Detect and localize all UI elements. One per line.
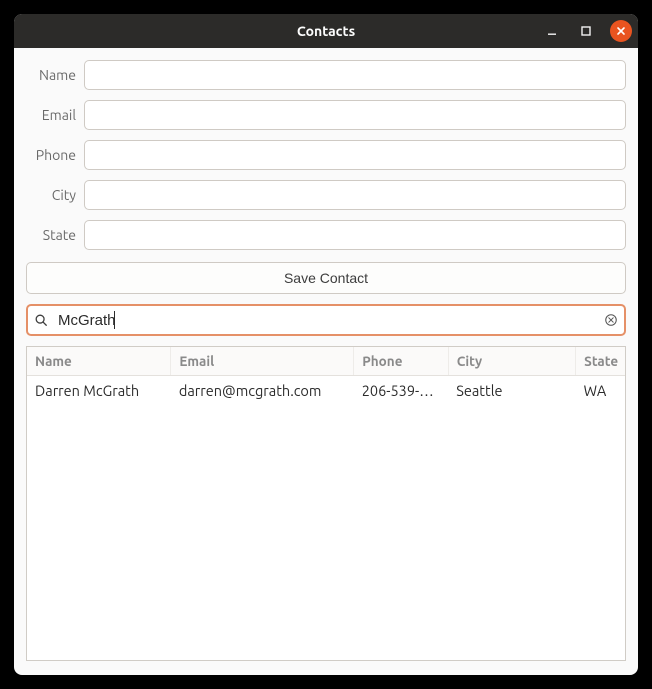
col-header-name[interactable]: Name [27,347,171,376]
close-icon [616,26,626,36]
text-caret [114,311,115,329]
row-state: State [26,220,626,250]
maximize-button[interactable] [576,21,596,41]
label-email: Email [26,107,84,123]
row-name: Name [26,60,626,90]
cell-phone: 206-539-9283 [354,376,449,406]
label-state: State [26,227,84,243]
row-email: Email [26,100,626,130]
table-header-row: Name Email Phone City State [27,347,625,376]
titlebar: Contacts [14,14,638,48]
minimize-icon [547,26,557,36]
content-area: Name Email Phone City State Save Contact [14,48,638,675]
label-city: City [26,187,84,203]
clear-icon [604,313,618,327]
search-input[interactable] [26,304,626,336]
table-row[interactable]: Darren McGrathdarren@mcgrath.com206-539-… [27,376,625,406]
name-field[interactable] [84,60,626,90]
cell-name: Darren McGrath [27,376,171,406]
col-header-state[interactable]: State [576,347,625,376]
label-name: Name [26,67,84,83]
label-phone: Phone [26,147,84,163]
clear-search-button[interactable] [604,313,618,327]
city-field[interactable] [84,180,626,210]
cell-city: Seattle [448,376,575,406]
row-city: City [26,180,626,210]
save-contact-button[interactable]: Save Contact [26,262,626,294]
search-wrap [26,304,626,336]
cell-email: darren@mcgrath.com [171,376,354,406]
app-window: Contacts Name Email Phone City [14,14,638,675]
col-header-email[interactable]: Email [171,347,354,376]
minimize-button[interactable] [542,21,562,41]
close-button[interactable] [610,20,632,42]
window-title: Contacts [297,23,355,39]
state-field[interactable] [84,220,626,250]
window-controls [542,14,632,48]
row-phone: Phone [26,140,626,170]
phone-field[interactable] [84,140,626,170]
email-field[interactable] [84,100,626,130]
col-header-city[interactable]: City [448,347,575,376]
results-table: Name Email Phone City State Darren McGra… [27,347,625,405]
cell-state: WA [576,376,625,406]
results-table-wrap: Name Email Phone City State Darren McGra… [26,346,626,661]
col-header-phone[interactable]: Phone [354,347,449,376]
maximize-icon [581,26,591,36]
